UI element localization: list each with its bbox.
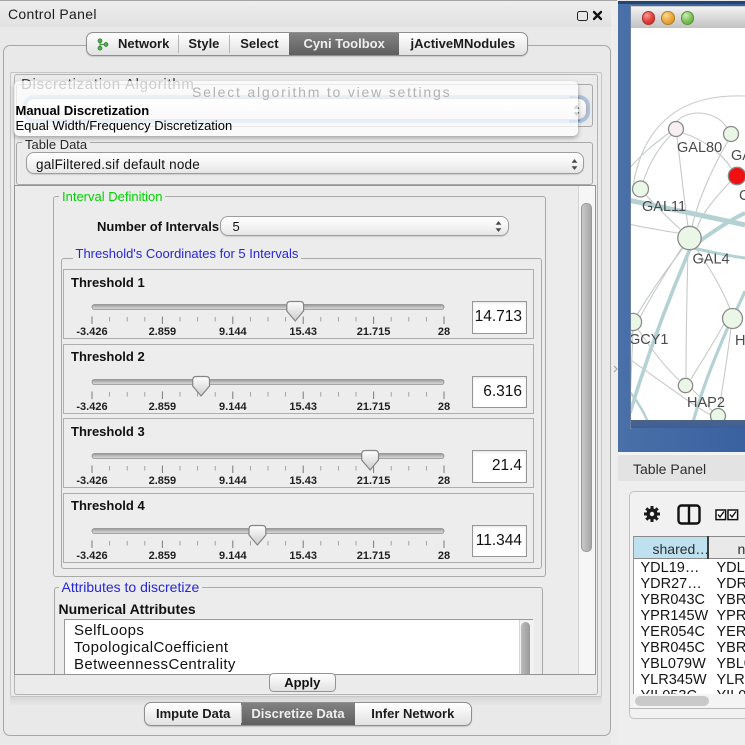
svg-text:-3.426: -3.426 bbox=[76, 401, 107, 413]
svg-text:HAP2: HAP2 bbox=[687, 395, 725, 411]
svg-text:2.859: 2.859 bbox=[149, 475, 177, 487]
svg-text:15.43: 15.43 bbox=[289, 550, 317, 562]
svg-text:2.859: 2.859 bbox=[149, 550, 177, 562]
svg-text:9.144: 9.144 bbox=[219, 550, 247, 562]
svg-text:2.859: 2.859 bbox=[149, 326, 177, 338]
svg-text:-3.426: -3.426 bbox=[76, 326, 107, 338]
svg-text:GCY1: GCY1 bbox=[631, 332, 669, 348]
svg-text:21.715: 21.715 bbox=[357, 550, 391, 562]
svg-text:-3.426: -3.426 bbox=[76, 475, 107, 487]
svg-text:15.43: 15.43 bbox=[289, 326, 317, 338]
svg-text:9.144: 9.144 bbox=[219, 401, 247, 413]
svg-text:-3.426: -3.426 bbox=[76, 550, 107, 562]
svg-text:28: 28 bbox=[438, 401, 450, 413]
svg-text:9.144: 9.144 bbox=[219, 326, 247, 338]
svg-text:GA: GA bbox=[731, 148, 745, 164]
svg-text:9.144: 9.144 bbox=[219, 475, 247, 487]
svg-text:GAL11: GAL11 bbox=[642, 199, 686, 215]
svg-text:HI: HI bbox=[735, 333, 745, 349]
svg-text:21.715: 21.715 bbox=[357, 475, 391, 487]
svg-text:28: 28 bbox=[438, 475, 450, 487]
svg-text:28: 28 bbox=[438, 550, 450, 562]
svg-text:21.715: 21.715 bbox=[357, 326, 391, 338]
svg-text:15.43: 15.43 bbox=[289, 475, 317, 487]
svg-text:28: 28 bbox=[438, 326, 450, 338]
svg-text:CY: CY bbox=[739, 188, 745, 204]
svg-text:21.715: 21.715 bbox=[357, 401, 391, 413]
svg-text:GAL4: GAL4 bbox=[693, 252, 730, 268]
svg-text:15.43: 15.43 bbox=[289, 401, 317, 413]
svg-text:2.859: 2.859 bbox=[149, 401, 177, 413]
svg-text:GAL80: GAL80 bbox=[677, 140, 722, 156]
